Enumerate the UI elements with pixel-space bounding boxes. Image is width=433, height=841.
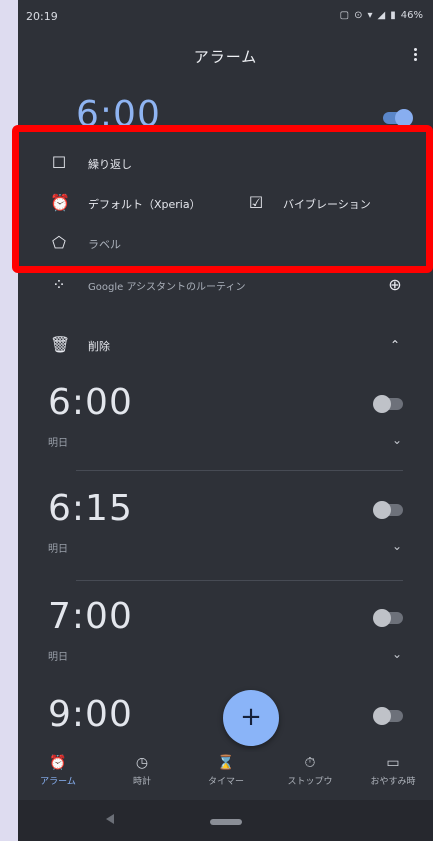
toggle-knob [373, 395, 391, 413]
hourglass-icon: ⌛ [217, 755, 235, 771]
clock-icon: ◷ [135, 755, 149, 771]
toggle-knob [373, 609, 391, 627]
tab-clock[interactable]: ◷ 時計 [102, 754, 182, 798]
alarm-toggle[interactable] [373, 395, 403, 413]
expanded-alarm-header[interactable]: 6:00 [18, 88, 433, 150]
vibrate-row[interactable]: ☑ バイブレーション [243, 188, 433, 218]
battery-level: 46% [400, 10, 423, 21]
alarm-time[interactable]: 6:15 [48, 488, 133, 529]
status-icons: ▢ ⊙ ▾ ◢ ▮ 46% [340, 10, 423, 21]
status-time: 20:19 [26, 10, 58, 23]
alarm-toggle[interactable] [373, 501, 403, 519]
chevron-up-icon[interactable]: ⌃ [386, 336, 404, 354]
label-tag-icon: ⬠ [52, 233, 66, 252]
delete-row[interactable]: 🗑 削除 ⌃ [18, 330, 433, 360]
alarm-schedule: 明日 [48, 438, 68, 449]
tab-alarm[interactable]: ⏰ アラーム [18, 754, 98, 798]
phone-screen: 20:19 ▢ ⊙ ▾ ◢ ▮ 46% アラーム 6:00 ☐ 繰り返し ⏰ デ… [18, 0, 433, 841]
alarm-item[interactable]: 6:15 明日 ⌄ [18, 488, 433, 580]
screenshot-icon: ▢ [339, 10, 350, 21]
add-circle-icon[interactable]: ⊕ [386, 276, 404, 294]
ringtone-label: デフォルト（Xperia） [88, 198, 201, 211]
add-alarm-button[interactable]: + [223, 690, 279, 746]
checkbox-checked-icon[interactable]: ☑ [247, 194, 265, 212]
toggle-knob [395, 109, 413, 127]
stopwatch-icon: ⏱ [304, 755, 316, 771]
home-pill-icon[interactable] [210, 819, 242, 825]
google-assistant-icon: ⁘ [52, 275, 66, 294]
alarm-time[interactable]: 7:00 [48, 596, 133, 637]
alarm-toggle[interactable] [383, 109, 413, 127]
tab-label: 時計 [132, 777, 151, 787]
bed-icon: ▭ [386, 755, 400, 771]
back-icon[interactable] [106, 814, 114, 824]
chevron-down-icon[interactable]: ⌄ [391, 434, 403, 446]
trash-icon: 🗑 [50, 335, 71, 354]
checkbox-empty-icon[interactable]: ☐ [50, 154, 68, 172]
page-title: アラーム [193, 48, 258, 66]
tab-bedtime[interactable]: ▭ おやすみ時 [353, 754, 433, 798]
alarm-bell-icon: ⏰ [50, 193, 70, 212]
eye-icon: ⊙ [354, 10, 363, 21]
alarm-toggle[interactable] [373, 707, 403, 725]
app-bar: アラーム [18, 34, 433, 82]
tab-label: おやすみ時 [370, 777, 416, 787]
chevron-down-icon[interactable]: ⌄ [391, 540, 403, 552]
system-navigation-bar [18, 800, 433, 841]
signal-icon: ◢ [377, 10, 386, 21]
alarm-toggle[interactable] [373, 609, 403, 627]
alarm-time[interactable]: 6:00 [76, 94, 161, 135]
repeat-row[interactable]: ☐ 繰り返し [18, 148, 433, 178]
alarm-item[interactable]: 6:00 明日 ⌄ [18, 382, 433, 474]
kebab-menu-icon[interactable] [411, 46, 419, 66]
alarm-time[interactable]: 6:00 [48, 382, 133, 423]
wifi-icon: ▾ [367, 10, 373, 21]
label-row[interactable]: ⬠ ラベル [18, 228, 433, 258]
alarm-time[interactable]: 9:00 [48, 694, 133, 735]
label-label: ラベル [88, 238, 121, 251]
alarm-schedule: 明日 [48, 544, 68, 555]
assistant-routine-label: Google アシスタントのルーティン [88, 282, 246, 293]
tab-label: アラーム [40, 777, 76, 787]
assistant-routine-row[interactable]: ⁘ Google アシスタントのルーティン ⊕ [18, 270, 433, 300]
divider [76, 470, 403, 471]
toggle-knob [373, 501, 391, 519]
bottom-navigation: ⏰ アラーム ◷ 時計 ⌛ タイマー ⏱ ストップウ ▭ おやすみ時 [18, 752, 433, 800]
status-bar: 20:19 ▢ ⊙ ▾ ◢ ▮ 46% [18, 0, 433, 34]
chevron-down-icon[interactable]: ⌄ [391, 648, 403, 660]
tab-stopwatch[interactable]: ⏱ ストップウ [270, 754, 350, 798]
tab-timer[interactable]: ⌛ タイマー [186, 754, 266, 798]
toggle-knob [373, 707, 391, 725]
tab-label: ストップウ [287, 777, 333, 787]
tab-label: タイマー [207, 777, 244, 787]
delete-label: 削除 [88, 340, 110, 353]
battery-icon: ▮ [390, 10, 396, 21]
vibrate-label: バイブレーション [283, 198, 371, 211]
alarm-schedule: 明日 [48, 652, 68, 663]
alarm-item[interactable]: 7:00 明日 ⌄ [18, 596, 433, 688]
repeat-label: 繰り返し [88, 158, 132, 171]
alarm-clock-icon: ⏰ [49, 755, 67, 771]
divider [76, 580, 403, 581]
ringtone-row[interactable]: ⏰ デフォルト（Xperia） [18, 188, 243, 218]
